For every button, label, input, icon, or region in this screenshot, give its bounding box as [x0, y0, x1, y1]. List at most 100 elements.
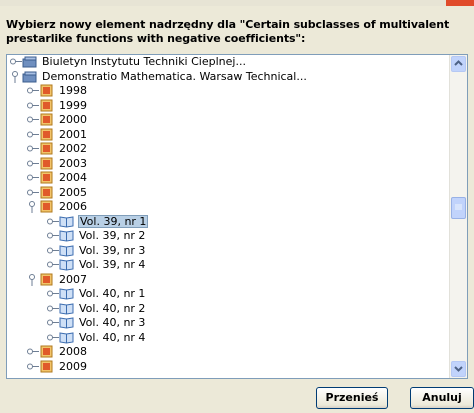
- tree-node[interactable]: 2006: [25, 200, 427, 213]
- book-icon: [59, 316, 75, 329]
- tree-node-label: Vol. 39, nr 3: [79, 243, 146, 257]
- tree-node-label: 2006: [59, 200, 87, 213]
- arrow-up-icon: [454, 60, 463, 66]
- expand-handle-icon[interactable]: [25, 142, 39, 155]
- book-icon: [59, 302, 75, 315]
- tree-node[interactable]: Vol. 39, nr 2: [45, 229, 427, 242]
- expand-handle-icon[interactable]: [25, 157, 39, 170]
- collapse-handle-icon[interactable]: [25, 273, 39, 286]
- expand-handle-icon[interactable]: [45, 331, 59, 344]
- year-folder-icon: [39, 171, 55, 184]
- tree-node[interactable]: Vol. 39, nr 3: [45, 244, 427, 257]
- expand-handle-icon[interactable]: [45, 244, 59, 257]
- expand-handle-icon[interactable]: [45, 215, 59, 228]
- scroll-thumb[interactable]: [451, 197, 466, 219]
- tree-node[interactable]: 2003: [25, 157, 427, 170]
- tree-node-label: Vol. 39, nr 2: [79, 229, 146, 242]
- year-folder-icon: [39, 113, 55, 126]
- tree-node[interactable]: 2004: [25, 171, 427, 184]
- expand-handle-icon[interactable]: [25, 360, 39, 373]
- expand-handle-icon[interactable]: [25, 99, 39, 112]
- tree-node-label: 2002: [59, 142, 87, 155]
- expand-handle-icon[interactable]: [45, 316, 59, 329]
- tree-node[interactable]: Vol. 39, nr 4: [45, 258, 427, 271]
- year-folder-icon: [39, 157, 55, 170]
- tree-node[interactable]: 1999: [25, 99, 427, 112]
- tree-node-label: 2008: [59, 345, 87, 358]
- tree-node-label: Vol. 39, nr 4: [79, 258, 146, 271]
- tree-node[interactable]: Vol. 40, nr 3: [45, 316, 427, 329]
- book-icon: [59, 215, 75, 228]
- close-button[interactable]: [446, 0, 474, 6]
- move-button[interactable]: Przenieś: [316, 387, 388, 409]
- tree-node-label: 2001: [59, 127, 87, 141]
- collection-icon: [22, 70, 38, 83]
- book-icon: [59, 229, 75, 242]
- tree-node-label: 2000: [59, 113, 87, 126]
- expand-handle-icon[interactable]: [45, 302, 59, 315]
- tree-node[interactable]: Vol. 40, nr 4: [45, 331, 427, 344]
- parent-tree[interactable]: Biuletyn Instytutu Techniki Cieplnej... D…: [7, 55, 448, 378]
- tree-node[interactable]: Vol. 39, nr 1: [45, 214, 427, 228]
- tree-node-label: 2005: [59, 185, 87, 199]
- tree-node-label: 2004: [59, 171, 87, 184]
- expand-handle-icon[interactable]: [8, 55, 22, 68]
- tree-panel: Biuletyn Instytutu Techniki Cieplnej... D…: [6, 54, 468, 379]
- collapse-handle-icon[interactable]: [8, 70, 22, 83]
- year-folder-icon: [39, 345, 55, 358]
- expand-handle-icon[interactable]: [45, 258, 59, 271]
- year-folder-icon: [39, 273, 55, 286]
- year-folder-icon: [39, 360, 55, 373]
- expand-handle-icon[interactable]: [25, 113, 39, 126]
- tree-node[interactable]: 2001: [25, 128, 427, 141]
- expand-handle-icon[interactable]: [25, 345, 39, 358]
- tree-node[interactable]: Demonstratio Mathematica. Warsaw Technic…: [8, 70, 427, 83]
- tree-node-label: 2009: [59, 359, 87, 373]
- scroll-up-button[interactable]: [451, 56, 466, 72]
- tree-node-label: Biuletyn Instytutu Techniki Cieplnej...: [42, 55, 246, 68]
- tree-node-label: Vol. 40, nr 4: [79, 330, 146, 344]
- window-frame-edge: [0, 0, 474, 6]
- tree-node[interactable]: Vol. 40, nr 2: [45, 302, 427, 315]
- year-folder-icon: [39, 142, 55, 155]
- tree-node-label: 2007: [59, 272, 87, 286]
- tree-node-label: Vol. 39, nr 1: [78, 214, 149, 228]
- tree-node-label: Vol. 40, nr 2: [79, 301, 146, 315]
- expand-handle-icon[interactable]: [25, 128, 39, 141]
- tree-node-label: Vol. 40, nr 3: [79, 316, 146, 329]
- book-icon: [59, 287, 75, 300]
- year-folder-icon: [39, 128, 55, 141]
- vertical-scrollbar[interactable]: [449, 55, 467, 378]
- arrow-down-icon: [454, 366, 463, 372]
- cancel-button[interactable]: Anuluj: [410, 387, 474, 409]
- tree-node[interactable]: 1998: [25, 84, 427, 97]
- book-icon: [59, 258, 75, 271]
- expand-handle-icon[interactable]: [25, 186, 39, 199]
- tree-node[interactable]: 2007: [25, 273, 427, 286]
- year-folder-icon: [39, 186, 55, 199]
- tree-node-label: 2003: [59, 156, 87, 170]
- expand-handle-icon[interactable]: [45, 287, 59, 300]
- collection-icon: [22, 55, 38, 68]
- year-folder-icon: [39, 99, 55, 112]
- tree-node[interactable]: 2002: [25, 142, 427, 155]
- expand-handle-icon[interactable]: [25, 171, 39, 184]
- book-icon: [59, 331, 75, 344]
- expand-handle-icon[interactable]: [25, 84, 39, 97]
- tree-node-label: 1998: [59, 84, 87, 97]
- tree-node[interactable]: 2008: [25, 345, 427, 358]
- tree-node[interactable]: 2005: [25, 186, 427, 199]
- tree-node[interactable]: 2000: [25, 113, 427, 126]
- year-folder-icon: [39, 84, 55, 97]
- move-dialog: Wybierz nowy element nadrzędny dla "Cert…: [0, 0, 474, 413]
- tree-node[interactable]: Vol. 40, nr 1: [45, 287, 427, 300]
- year-folder-icon: [39, 200, 55, 213]
- collapse-handle-icon[interactable]: [25, 200, 39, 213]
- book-icon: [59, 244, 75, 257]
- scroll-down-button[interactable]: [451, 361, 466, 377]
- tree-node-label: 1999: [59, 98, 87, 112]
- expand-handle-icon[interactable]: [45, 229, 59, 242]
- tree-node[interactable]: Biuletyn Instytutu Techniki Cieplnej...: [8, 55, 427, 68]
- tree-node[interactable]: 2009: [25, 360, 427, 373]
- grip-icon: [455, 204, 462, 210]
